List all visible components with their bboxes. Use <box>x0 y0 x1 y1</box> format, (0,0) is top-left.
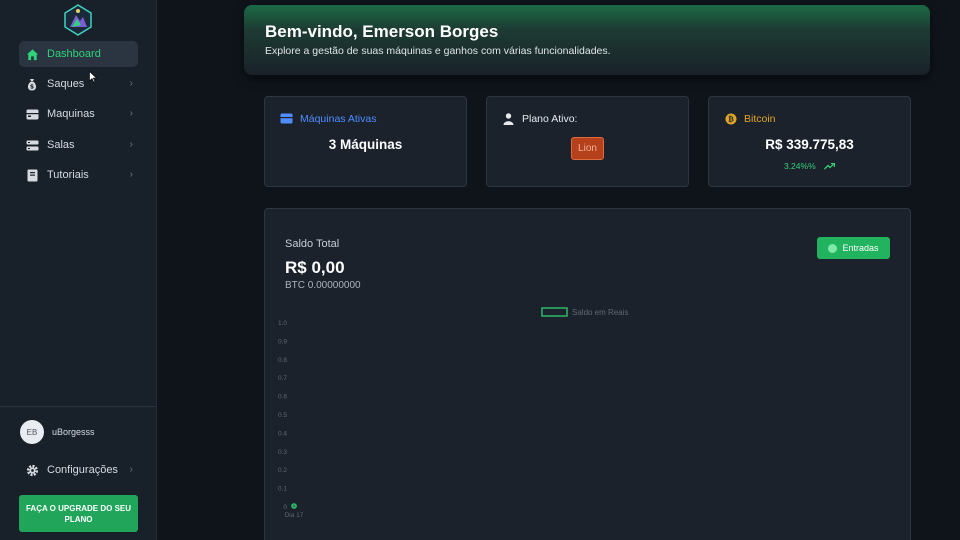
server-icon <box>25 107 39 121</box>
y-tick-label: 0.2 <box>278 467 287 474</box>
svg-text:₿: ₿ <box>728 115 734 123</box>
legend-swatch <box>541 307 568 317</box>
server-icon <box>280 112 293 125</box>
list-icon <box>25 138 39 152</box>
card-header: Máquinas Ativas <box>280 112 376 125</box>
y-tick-label: 0.3 <box>278 449 287 456</box>
y-tick-label: 0.8 <box>278 357 287 364</box>
balance-value: R$ 0,00 <box>285 258 345 277</box>
entradas-label: Entradas <box>842 243 879 253</box>
money-bag-icon: $ <box>25 77 39 91</box>
card-header: Plano Ativo: <box>502 112 577 125</box>
sidebar-item-dashboard[interactable]: Dashboard <box>19 41 138 67</box>
user-profile[interactable]: EB uBorgesss <box>20 420 95 444</box>
chevron-right-icon: › <box>129 78 133 89</box>
sidebar-item-label: Dashboard <box>47 48 101 60</box>
active-machines-count: 3 Máquinas <box>328 137 403 152</box>
sidebar-item-tutoriais[interactable]: Tutoriais › <box>19 162 138 188</box>
active-plan-card: Plano Ativo: Lion <box>486 96 689 187</box>
bitcoin-icon: ₿ <box>724 112 737 125</box>
circle-icon <box>828 243 838 253</box>
balance-btc: BTC 0.00000000 <box>285 280 361 291</box>
entradas-button[interactable]: Entradas <box>817 237 890 259</box>
y-tick-label: 0.5 <box>278 412 287 419</box>
card-label: Plano Ativo: <box>522 112 578 125</box>
balance-label: Saldo Total <box>285 238 340 250</box>
x-tick-label: Dia 17 <box>285 512 304 519</box>
sidebar-divider <box>0 406 157 407</box>
y-tick-label: 1.0 <box>278 320 287 327</box>
active-machines-card: Máquinas Ativas 3 Máquinas <box>264 96 467 187</box>
bitcoin-change-value: 3.24%% <box>783 161 816 171</box>
y-tick-label: 0.9 <box>278 338 287 345</box>
bitcoin-change: 3.24%% <box>709 161 910 171</box>
chevron-right-icon: › <box>129 139 133 150</box>
card-label: Máquinas Ativas <box>300 112 377 125</box>
legend-label: Saldo em Reais <box>572 308 628 317</box>
sidebar-item-maquinas[interactable]: Maquinas › <box>19 101 138 127</box>
sidebar-item-label: Maquinas <box>47 108 95 120</box>
y-tick-label: 0.1 <box>278 486 287 493</box>
sidebar-item-label: Tutoriais <box>47 169 89 181</box>
y-tick-label: 0.4 <box>278 430 287 437</box>
svg-text:$: $ <box>30 83 34 90</box>
y-tick-label: 0.7 <box>278 375 287 382</box>
sidebar-item-configuracoes[interactable]: Configurações › <box>19 457 138 483</box>
trend-up-icon <box>824 163 836 170</box>
y-tick-label: 0.6 <box>278 394 287 401</box>
welcome-banner: Bem-vindo, Emerson Borges Explore a gest… <box>244 5 930 75</box>
chevron-right-icon: › <box>129 169 133 180</box>
avatar: EB <box>20 420 44 444</box>
bitcoin-price: R$ 339.775,83 <box>765 137 854 152</box>
gear-icon <box>25 463 39 477</box>
data-point <box>291 503 297 509</box>
sidebar-item-label: Saques <box>47 78 85 90</box>
card-label: Bitcoin <box>744 112 776 125</box>
chevron-right-icon: › <box>129 464 133 475</box>
sidebar-item-label: Salas <box>47 139 75 151</box>
user-icon <box>502 112 515 125</box>
home-icon <box>25 47 39 61</box>
sidebar-item-saques[interactable]: $ Saques › <box>19 71 138 97</box>
upgrade-plan-button[interactable]: FAÇA O UPGRADE DO SEU PLANO <box>19 495 138 532</box>
page-title: Bem-vindo, Emerson Borges <box>265 22 499 41</box>
card-header: ₿ Bitcoin <box>724 112 776 125</box>
mouse-cursor-icon <box>89 71 97 83</box>
logo-icon[interactable] <box>61 3 95 37</box>
y-tick-label: 0 <box>283 504 287 511</box>
sidebar-item-salas[interactable]: Salas › <box>19 132 138 158</box>
chevron-right-icon: › <box>129 108 133 119</box>
page-subtitle: Explore a gestão de suas máquinas e ganh… <box>265 45 611 57</box>
book-icon <box>25 168 39 182</box>
bitcoin-card: ₿ Bitcoin R$ 339.775,83 3.24%% <box>708 96 911 187</box>
sidebar: Dashboard $ Saques › Maquinas › Salas › … <box>0 0 157 540</box>
sidebar-item-label: Configurações <box>47 464 118 476</box>
balance-panel: Saldo Total R$ 0,00 BTC 0.00000000 Entra… <box>264 208 911 540</box>
balance-chart: 1.0 0.9 0.8 0.7 0.6 0.5 0.4 0.3 0.2 0.1 0Dia 17 Sal… <box>278 307 628 519</box>
plan-badge: Lion <box>571 137 604 160</box>
username: uBorgesss <box>52 427 95 437</box>
